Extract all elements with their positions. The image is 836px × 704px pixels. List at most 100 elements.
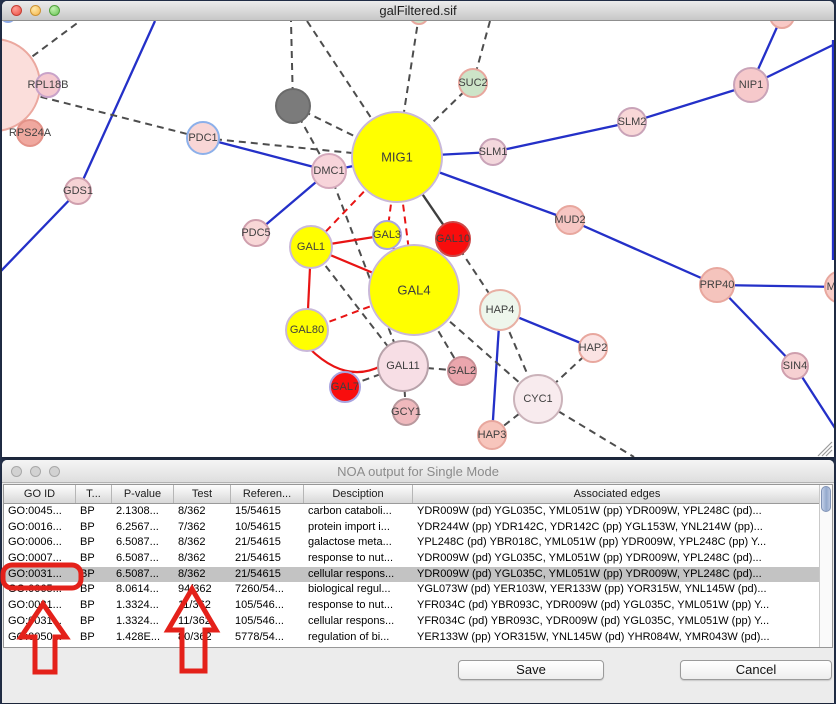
table-cell: 8/362 [174,504,231,520]
zoom-button-inactive[interactable] [49,466,60,477]
column-header-pvalue[interactable]: P-value [112,485,174,503]
node-label: GCY1 [391,406,421,418]
table-row-7[interactable]: GO:0031...BP1.3324...11/362105/546...res… [4,598,832,614]
node-label: DMC1 [313,165,344,177]
network-svg: RPL18BRPS24AGDS1PDC1DMC1MIG1SUC2SLM1SLM2… [2,21,834,457]
table-cell: GO:0031... [4,598,76,614]
network-edge[interactable] [2,191,78,272]
network-canvas[interactable]: RPL18BRPS24AGDS1PDC1DMC1MIG1SUC2SLM1SLM2… [2,21,834,457]
table-cell: BP [76,567,112,583]
table-cell: GO:0050... [4,630,76,646]
column-header-associatededges[interactable]: Associated edges [413,485,821,503]
table-cell: YDR244W (pp) YDR142C, YDR142C (pp) YGL15… [413,520,821,536]
table-cell: BP [76,630,112,646]
network-node-gray[interactable] [276,89,310,123]
node-label: GAL2 [448,365,476,377]
table-cell: 105/546... [231,598,304,614]
node-label: HAP3 [478,429,507,441]
table-cell: 1.3324... [112,614,174,630]
node-label: SLM2 [618,116,647,128]
node-label: PDC5 [241,227,270,239]
table-cell: 11/362 [174,598,231,614]
table-cell: carbon cataboli... [304,504,413,520]
table-cell: GO:0045... [4,504,76,520]
table-cell: YDR009W (pd) YGL035C, YML051W (pp) YDR00… [413,567,821,583]
network-node-tl[interactable] [2,21,15,22]
column-header-t[interactable]: T... [76,485,112,503]
table-cell: 5778/54... [231,630,304,646]
table-cell: 7/362 [174,520,231,536]
table-row-5[interactable]: GO:0031...BP6.5087...8/36221/54615cellul… [4,567,832,583]
node-label: SLM1 [479,146,508,158]
network-edge[interactable] [203,138,329,171]
table-cell: YFR034C (pd) YBR093C, YDR009W (pd) YGL03… [413,614,821,630]
node-label: GAL4 [397,283,430,298]
table-cell: GO:0065... [4,582,76,598]
node-label: GDS1 [63,185,93,197]
network-edge[interactable] [203,138,362,154]
network-node-gtop[interactable] [410,21,428,24]
table-row-3[interactable]: GO:0006...BP6.5087...8/36221/54615galact… [4,535,832,551]
table-cell: GO:0031... [4,614,76,630]
network-window: galFiltered.sif RPL18BRPS24AGDS1PDC1DMC1… [2,1,834,457]
table-row-2[interactable]: GO:0016...BP6.2567...7/36210/54615protei… [4,520,832,536]
table-cell: 94/362 [174,582,231,598]
node-label: PRP40 [700,279,735,291]
table-cell: YGL073W (pd) YER103W, YER133W (pp) YOR31… [413,582,821,598]
network-window-title: galFiltered.sif [379,3,456,18]
table-cell: 6.5087... [112,567,174,583]
network-edge[interactable] [78,21,155,191]
node-label: GAL7 [331,381,359,393]
table-row-1[interactable]: GO:0045...BP2.1308...8/36215/54615carbon… [4,504,832,520]
network-window-titlebar[interactable]: galFiltered.sif [2,1,834,21]
node-label: GAL1 [297,241,325,253]
table-cell: YDR009W (pd) YGL035C, YML051W (pp) YDR00… [413,551,821,567]
table-row-8[interactable]: GO:0031...BP1.3324...11/362105/546...cel… [4,614,832,630]
network-edge[interactable] [570,220,717,285]
network-edge[interactable] [310,349,381,372]
table-cell: 80/362 [174,630,231,646]
table-cell: 15/54615 [231,504,304,520]
table-cell: 6.5087... [112,551,174,567]
column-header-desciption[interactable]: Desciption [304,485,413,503]
close-button-inactive[interactable] [11,466,22,477]
noa-window-titlebar[interactable]: NOA output for Single Mode [2,460,834,483]
minimize-button-inactive[interactable] [30,466,41,477]
table-cell: GO:0031... [4,567,76,583]
column-header-test[interactable]: Test [174,485,231,503]
scrollbar-thumb[interactable] [821,486,831,512]
table-row-9[interactable]: GO:0050...BP1.428E...80/3625778/54...reg… [4,630,832,646]
column-header-goid[interactable]: GO ID [4,485,76,503]
node-label: GAL11 [386,360,419,372]
save-button[interactable]: Save [458,660,604,680]
table-cell: 8/362 [174,535,231,551]
table-row-6[interactable]: GO:0065...BP8.0614...94/3627260/54...bio… [4,582,832,598]
node-label: RPL18B [28,79,69,91]
column-header-referen[interactable]: Referen... [231,485,304,503]
node-label: RPS24A [9,127,52,139]
cancel-button[interactable]: Cancel [680,660,832,680]
network-edge[interactable] [493,122,632,152]
table-header-row: GO IDT...P-valueTestReferen...Desciption… [4,485,832,504]
table-cell: BP [76,504,112,520]
network-edge[interactable] [632,85,751,122]
table-cell: YDR009W (pd) YGL035C, YML051W (pp) YDR00… [413,504,821,520]
table-row-4[interactable]: GO:0007...BP6.5087...8/36221/54615respon… [4,551,832,567]
table-cell: 8.0614... [112,582,174,598]
resize-grip[interactable] [818,442,832,456]
node-label: SIN4 [783,360,807,372]
table-body: GO:0045...BP2.1308...8/36215/54615carbon… [4,504,832,645]
node-label: GAL80 [290,324,324,336]
table-cell: galactose meta... [304,535,413,551]
network-node-trpink[interactable] [770,21,794,28]
close-button[interactable] [11,5,22,16]
table-cell: 105/546... [231,614,304,630]
table-cell: 2.1308... [112,504,174,520]
minimize-button[interactable] [30,5,41,16]
table-cell: 8/362 [174,551,231,567]
zoom-button[interactable] [49,5,60,16]
node-label: GAL10 [436,233,470,245]
table-cell: YER133W (pp) YOR315W, YNL145W (pd) YHR08… [413,630,821,646]
vertical-scrollbar[interactable] [819,485,832,647]
table-cell: YFR034C (pd) YBR093C, YDR009W (pd) YGL03… [413,598,821,614]
